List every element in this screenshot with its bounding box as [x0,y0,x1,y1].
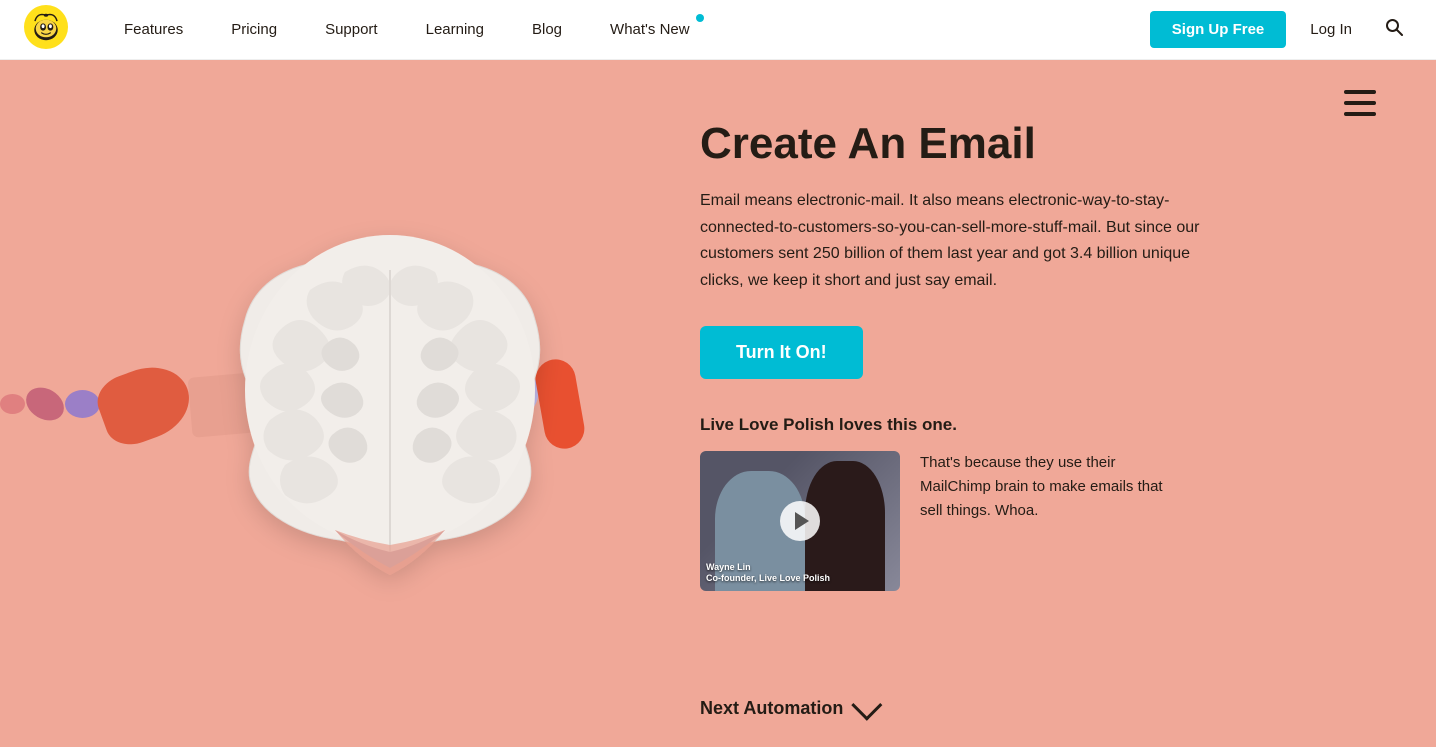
hero-section: Create An Email Email means electronic-m… [0,60,1436,747]
deco-shape-3 [65,390,100,418]
menu-icon[interactable] [1344,90,1376,116]
testimonial-text: That's because they use their MailChimp … [920,451,1180,523]
play-button[interactable] [780,501,820,541]
next-automation[interactable]: Next Automation [700,697,875,719]
nav-features[interactable]: Features [100,0,207,60]
menu-bar-3 [1344,112,1376,116]
hero-title: Create An Email [700,120,1320,168]
nav-pricing[interactable]: Pricing [207,0,301,60]
cta-button[interactable]: Turn It On! [700,326,863,379]
video-caption: Wayne Lin Co-founder, Live Love Polish [706,562,830,585]
testimonial-row: Wayne Lin Co-founder, Live Love Polish T… [700,451,1320,591]
signup-button[interactable]: Sign Up Free [1150,11,1287,48]
hero-content: Create An Email Email means electronic-m… [700,120,1320,591]
nav-support[interactable]: Support [301,0,402,60]
video-thumbnail[interactable]: Wayne Lin Co-founder, Live Love Polish [700,451,900,591]
nav-blog[interactable]: Blog [508,0,586,60]
next-automation-label: Next Automation [700,698,843,719]
menu-bar-1 [1344,90,1376,94]
nav-learning[interactable]: Learning [402,0,508,60]
logo[interactable] [24,5,100,54]
chevron-down-icon [852,690,883,721]
brain-image [140,110,640,690]
menu-bar-2 [1344,101,1376,105]
deco-shape-1 [0,394,25,414]
whats-new-dot [696,14,704,22]
search-button[interactable] [1376,9,1412,50]
navbar: Features Pricing Support Learning Blog W… [0,0,1436,60]
testimonial-label: Live Love Polish loves this one. [700,415,1320,435]
hero-description: Email means electronic-mail. It also mea… [700,188,1200,294]
play-icon [795,512,809,530]
nav-whats-new[interactable]: What's New [586,0,714,60]
deco-shape-2 [20,381,70,427]
login-button[interactable]: Log In [1294,11,1368,48]
nav-right: Sign Up Free Log In [1150,9,1412,50]
nav-links: Features Pricing Support Learning Blog W… [100,0,1150,60]
